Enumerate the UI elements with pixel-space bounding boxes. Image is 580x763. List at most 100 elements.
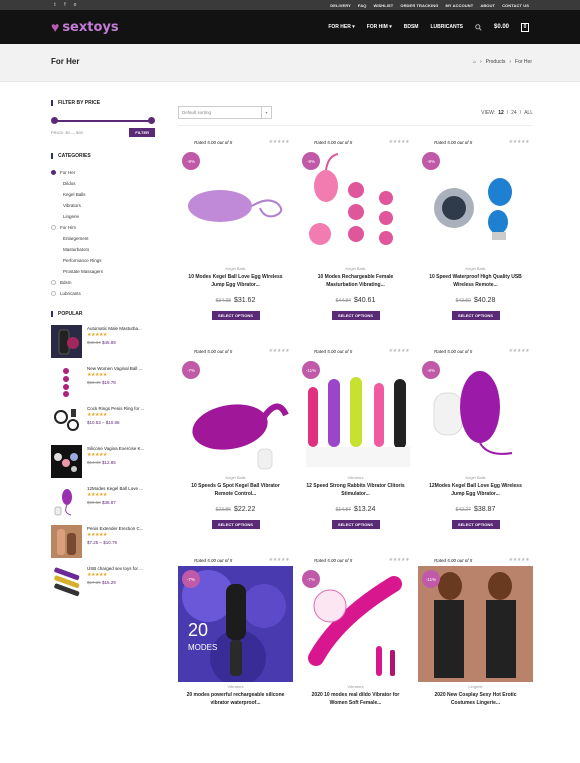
- popular-item[interactable]: Silicone Vagina Exercise K... ★★★★★ $14.40…: [51, 445, 155, 485]
- link-order-tracking[interactable]: ORDER TRACKING: [400, 3, 438, 8]
- link-delivery[interactable]: DELIVERY: [330, 3, 351, 8]
- category-item[interactable]: Kegel Balls: [51, 189, 155, 200]
- product-title[interactable]: 2020 10 modes real dildo Vibrator for Wo…: [298, 691, 413, 708]
- category-item[interactable]: Performance Rings: [51, 255, 155, 266]
- popular-item[interactable]: Penis Extender Erection C... ★★★★★ $7.25 –…: [51, 525, 155, 565]
- product-title[interactable]: 10 Speed Waterproof High Quality USB Wir…: [418, 273, 533, 290]
- category-item[interactable]: For Her: [51, 167, 155, 178]
- product-card[interactable]: Rated 5.00 out of 5 ★★★★★ 20 MODES -7% Vibrat…: [178, 554, 293, 763]
- product-category[interactable]: Kegel Balls: [298, 266, 413, 272]
- product-category[interactable]: Kegel Balls: [418, 475, 533, 481]
- product-image[interactable]: -7%: [298, 566, 413, 682]
- popular-item[interactable]: Automatic Male Masturba... ★★★★★ $42.34 $4…: [51, 325, 155, 365]
- view-12[interactable]: 12: [498, 110, 504, 116]
- product-image[interactable]: -8%: [418, 148, 533, 264]
- select-options-button[interactable]: SELECT OPTIONS: [331, 520, 380, 529]
- product-image[interactable]: -8%: [418, 357, 533, 473]
- category-item[interactable]: Vibrators: [51, 200, 155, 211]
- popular-item-name[interactable]: Cock Rings Penis Ring for ...: [87, 405, 145, 412]
- product-thumbnail[interactable]: [51, 365, 82, 398]
- popular-item-name[interactable]: 12Modes Kegel Ball Love ...: [87, 485, 143, 492]
- product-category[interactable]: Lingerie: [418, 684, 533, 690]
- category-item[interactable]: Prostate Massagers: [51, 266, 155, 277]
- cart-icon[interactable]: 0: [521, 22, 529, 32]
- product-category[interactable]: Kegel Balls: [178, 475, 293, 481]
- view-24[interactable]: 24: [511, 110, 517, 116]
- category-item[interactable]: Dildos: [51, 178, 155, 189]
- view-all[interactable]: ALL: [524, 110, 533, 116]
- product-title[interactable]: 10 Modes Kegel Ball Love Egg Wireless Ju…: [178, 273, 293, 290]
- product-thumbnail[interactable]: [51, 525, 82, 558]
- product-category[interactable]: Vibrators: [298, 684, 413, 690]
- category-item[interactable]: Enlargement: [51, 233, 155, 244]
- search-icon[interactable]: [475, 23, 482, 31]
- product-card[interactable]: Rated 5.00 out of 5 ★★★★★ -11% Vibrators 12 …: [298, 345, 413, 554]
- product-thumbnail[interactable]: [51, 405, 82, 438]
- price-slider[interactable]: [51, 114, 155, 128]
- product-thumbnail[interactable]: [51, 325, 82, 358]
- product-title[interactable]: 2020 New Cosplay Sexy Hot Erotic Costume…: [418, 691, 533, 708]
- category-item[interactable]: Bdsm: [51, 277, 155, 288]
- product-category[interactable]: Vibrators: [178, 684, 293, 690]
- popular-item[interactable]: Cock Rings Penis Ring for ... ★★★★★ $10.53…: [51, 405, 155, 445]
- category-item[interactable]: Masturbators: [51, 244, 155, 255]
- product-card[interactable]: Rated 5.00 out of 5 ★★★★★ -7% Kegel Balls 10…: [178, 345, 293, 554]
- product-image[interactable]: -7%: [178, 357, 293, 473]
- home-icon[interactable]: ⌂: [473, 59, 476, 65]
- sort-select[interactable]: Default sorting ▾: [178, 106, 272, 119]
- product-thumbnail[interactable]: [51, 445, 82, 478]
- product-image[interactable]: -8%: [298, 148, 413, 264]
- category-item[interactable]: Lingerie: [51, 211, 155, 222]
- product-image[interactable]: -11%: [418, 566, 533, 682]
- product-card[interactable]: Rated 5.00 out of 5 ★★★★★ -11% Lingerie 2020…: [418, 554, 533, 763]
- popular-item-name[interactable]: USB charged sex toys for ...: [87, 565, 143, 572]
- nav-lubricants[interactable]: LUBRICANTS: [430, 24, 463, 30]
- select-options-button[interactable]: SELECT OPTIONS: [331, 311, 380, 320]
- product-title[interactable]: 10 Speeds G Spot Kegel Ball Vibrator Rem…: [178, 482, 293, 499]
- product-title[interactable]: 20 modes powerful rechargeable silicone …: [178, 691, 293, 708]
- product-title[interactable]: 10 Modes Rechargeable Female Masturbatio…: [298, 273, 413, 290]
- product-image[interactable]: -11%: [298, 357, 413, 473]
- link-my-account[interactable]: MY ACCOUNT: [445, 3, 473, 8]
- twitter-icon[interactable]: t: [52, 2, 58, 8]
- select-options-button[interactable]: SELECT OPTIONS: [451, 311, 500, 320]
- nav-for-him[interactable]: FOR HIM ▾: [367, 24, 392, 30]
- popular-item[interactable]: 12Modes Kegel Ball Love ... ★★★★★ $39.53 $…: [51, 485, 155, 525]
- product-card[interactable]: Rated 5.00 out of 5 ★★★★★ -8% Kegel Balls 10…: [178, 136, 293, 345]
- select-options-button[interactable]: SELECT OPTIONS: [211, 311, 260, 320]
- select-options-button[interactable]: SELECT OPTIONS: [451, 520, 500, 529]
- category-item[interactable]: For Him: [51, 222, 155, 233]
- nav-for-her[interactable]: FOR HER ▾: [328, 24, 354, 30]
- product-category[interactable]: Vibrators: [298, 475, 413, 481]
- popular-item[interactable]: New Women Vaginal Ball ... ★★★★★ $22.49 $1…: [51, 365, 155, 405]
- slider-handle-max[interactable]: [148, 117, 155, 124]
- popular-item-name[interactable]: Automatic Male Masturba...: [87, 325, 142, 332]
- popular-item-name[interactable]: Silicone Vagina Exercise K...: [87, 445, 144, 452]
- product-title[interactable]: 12 Speed Strong Rabbits Vibrator Clitori…: [298, 482, 413, 499]
- cart-total[interactable]: $0.00: [494, 24, 509, 30]
- link-contact[interactable]: CONTACT US: [502, 3, 529, 8]
- instagram-icon[interactable]: o: [72, 2, 78, 8]
- popular-item-name[interactable]: Penis Extender Erection C...: [87, 525, 144, 532]
- link-wishlist[interactable]: WISHLIST: [373, 3, 393, 8]
- breadcrumb-products[interactable]: Products: [486, 59, 506, 65]
- filter-button[interactable]: FILTER: [129, 128, 155, 137]
- product-card[interactable]: Rated 5.00 out of 5 ★★★★★ -8% Kegel Balls 10…: [298, 136, 413, 345]
- nav-bdsm[interactable]: BDSM: [404, 24, 419, 30]
- slider-handle-min[interactable]: [51, 117, 58, 124]
- link-faq[interactable]: FAQ: [358, 3, 367, 8]
- product-thumbnail[interactable]: [51, 565, 82, 598]
- site-logo[interactable]: ♥ sextoys: [51, 20, 119, 35]
- product-category[interactable]: Kegel Balls: [178, 266, 293, 272]
- product-image[interactable]: 20 MODES -7%: [178, 566, 293, 682]
- popular-item-name[interactable]: New Women Vaginal Ball ...: [87, 365, 142, 372]
- category-item[interactable]: Lubricants: [51, 288, 155, 299]
- select-options-button[interactable]: SELECT OPTIONS: [211, 520, 260, 529]
- product-card[interactable]: Rated 5.00 out of 5 ★★★★★ -8% Kegel Balls 10…: [418, 136, 533, 345]
- product-card[interactable]: Rated 5.00 out of 5 ★★★★★ -7% Vibrators 2020…: [298, 554, 413, 763]
- product-category[interactable]: Kegel Balls: [418, 266, 533, 272]
- link-about[interactable]: ABOUT: [480, 3, 495, 8]
- product-card[interactable]: Rated 5.00 out of 5 ★★★★★ -8% Kegel Balls 12…: [418, 345, 533, 554]
- product-thumbnail[interactable]: [51, 485, 82, 518]
- facebook-icon[interactable]: f: [62, 2, 68, 8]
